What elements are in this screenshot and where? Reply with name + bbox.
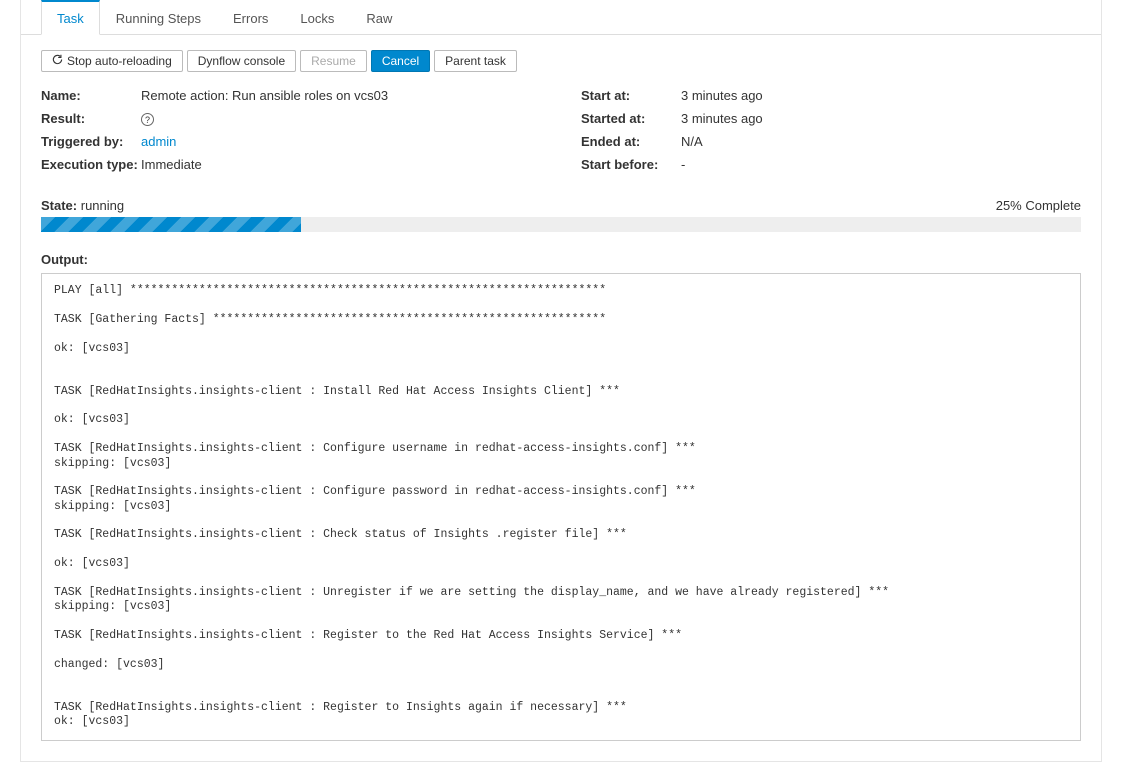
tab-errors[interactable]: Errors <box>217 0 284 35</box>
state-label: State: <box>41 198 77 213</box>
task-details: Name: Remote action: Run ansible roles o… <box>41 84 1081 176</box>
task-panel: Task Running Steps Errors Locks Raw Stop… <box>20 0 1102 762</box>
tab-running-steps[interactable]: Running Steps <box>100 0 217 35</box>
tab-locks[interactable]: Locks <box>284 0 350 35</box>
execution-type-value: Immediate <box>141 157 541 172</box>
stop-auto-reload-label: Stop auto-reloading <box>67 54 172 68</box>
state-row: State: running 25% Complete <box>41 198 1081 213</box>
name-value: Remote action: Run ansible roles on vcs0… <box>141 88 541 103</box>
progress-complete-text: 25% Complete <box>996 198 1081 213</box>
tab-task[interactable]: Task <box>41 0 100 35</box>
result-value: ? <box>141 111 541 126</box>
tab-raw[interactable]: Raw <box>350 0 408 35</box>
dynflow-console-button[interactable]: Dynflow console <box>187 50 296 72</box>
progress-fill <box>41 217 301 232</box>
start-at-label: Start at: <box>581 88 681 103</box>
start-before-label: Start before: <box>581 157 681 172</box>
refresh-icon <box>52 54 63 68</box>
details-left-col: Name: Remote action: Run ansible roles o… <box>41 84 541 176</box>
started-at-label: Started at: <box>581 111 681 126</box>
output-log[interactable]: PLAY [all] *****************************… <box>41 273 1081 741</box>
name-label: Name: <box>41 88 141 103</box>
started-at-value: 3 minutes ago <box>681 111 1081 126</box>
resume-button: Resume <box>300 50 367 72</box>
state-value: running <box>81 198 124 213</box>
triggered-by-label: Triggered by: <box>41 134 141 149</box>
ended-at-label: Ended at: <box>581 134 681 149</box>
execution-type-label: Execution type: <box>41 157 141 172</box>
help-icon[interactable]: ? <box>141 113 154 126</box>
output-label: Output: <box>41 252 1081 267</box>
start-before-value: - <box>681 157 1081 172</box>
cancel-button[interactable]: Cancel <box>371 50 430 72</box>
stop-auto-reload-button[interactable]: Stop auto-reloading <box>41 50 183 72</box>
details-right-col: Start at: 3 minutes ago Started at: 3 mi… <box>581 84 1081 176</box>
start-at-value: 3 minutes ago <box>681 88 1081 103</box>
ended-at-value: N/A <box>681 134 1081 149</box>
tab-bar: Task Running Steps Errors Locks Raw <box>21 0 1101 35</box>
parent-task-button[interactable]: Parent task <box>434 50 517 72</box>
action-buttons: Stop auto-reloading Dynflow console Resu… <box>41 50 1081 72</box>
result-label: Result: <box>41 111 141 126</box>
triggered-by-link[interactable]: admin <box>141 134 176 149</box>
progress-bar <box>41 217 1081 232</box>
